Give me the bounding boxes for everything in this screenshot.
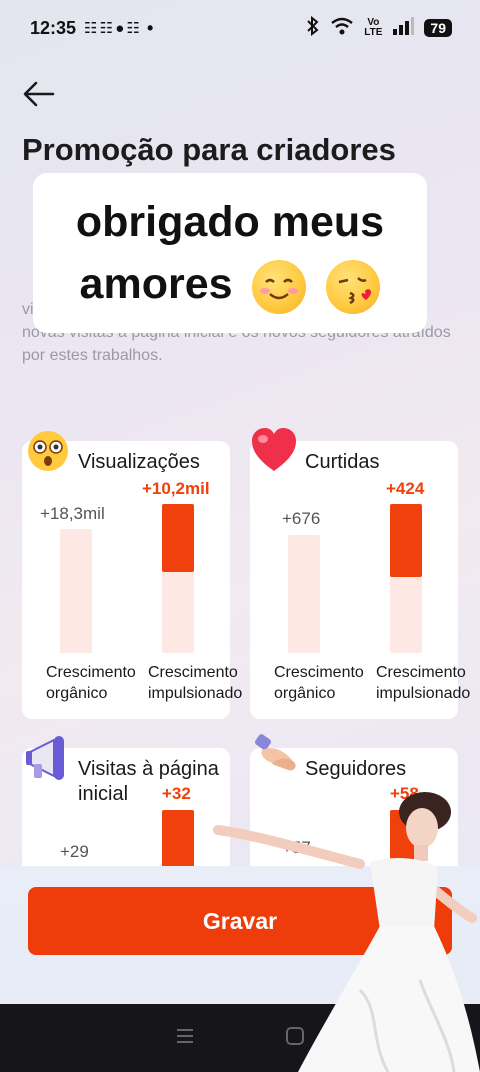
card-title: Curtidas xyxy=(305,451,380,473)
sticker-line-2-text: amores xyxy=(79,260,233,308)
boost-label: Crescimento impulsionado xyxy=(148,664,243,702)
card-title: Seguidores xyxy=(305,758,407,780)
boost-bar-fill xyxy=(162,504,194,572)
organic-bar xyxy=(288,535,320,653)
boost-value: +58 xyxy=(390,784,419,803)
card-likes: Curtidas +676 +424 Crescimento orgânico … xyxy=(250,428,470,719)
boost-value: +424 xyxy=(386,479,425,498)
bluetooth-icon xyxy=(306,15,320,40)
arrow-left-icon xyxy=(23,81,55,107)
handshake-icon xyxy=(252,732,302,783)
signal-icon xyxy=(392,17,415,39)
boost-value: +32 xyxy=(162,784,191,803)
clock: 12:35 xyxy=(30,17,77,38)
wifi-icon xyxy=(330,17,354,39)
home-icon[interactable] xyxy=(285,1026,305,1051)
organic-value: +29 xyxy=(60,842,89,861)
organic-bar xyxy=(60,529,92,653)
sticker-line-1: obrigado meus xyxy=(75,198,385,246)
volte-indicator: Vo LTE xyxy=(364,17,383,38)
record-button[interactable]: Gravar xyxy=(28,887,452,955)
recent-apps-icon[interactable] xyxy=(175,1026,195,1051)
heart-icon xyxy=(250,427,298,478)
sticker-line-2: amores xyxy=(80,253,381,315)
organic-value: +676 xyxy=(282,509,321,528)
card-title: Visitas à página inicial xyxy=(78,758,219,805)
organic-value: +18,3mil xyxy=(40,504,105,523)
megaphone-icon xyxy=(24,732,72,789)
smiling-face-icon xyxy=(252,259,307,314)
organic-label: Crescimento orgânico xyxy=(46,664,136,702)
battery-indicator: 79 xyxy=(424,19,452,37)
kissing-face-icon xyxy=(326,259,381,314)
organic-label: Crescimento orgânico xyxy=(274,664,364,702)
notification-dot: • xyxy=(146,17,154,38)
card-title: Visualizações xyxy=(78,451,200,473)
astonished-face-icon xyxy=(26,429,70,478)
boost-label: Crescimento impulsionado xyxy=(376,664,471,702)
text-sticker: obrigado meus amores xyxy=(33,173,427,333)
system-nav-bar xyxy=(0,1004,480,1072)
boost-bar-fill xyxy=(390,504,422,577)
page-title: Promoção para criadores xyxy=(22,132,396,167)
organic-value: +57 xyxy=(282,838,311,857)
notification-icons: ☷ ☷ ● ☷ xyxy=(84,20,140,37)
status-bar: 12:35 ☷ ☷ ● ☷ • Vo LTE 79 xyxy=(0,0,480,56)
back-button[interactable] xyxy=(22,78,56,110)
card-views: Visualizações +18,3mil +10,2mil Crescime… xyxy=(22,431,242,719)
boost-value: +10,2mil xyxy=(142,479,210,498)
